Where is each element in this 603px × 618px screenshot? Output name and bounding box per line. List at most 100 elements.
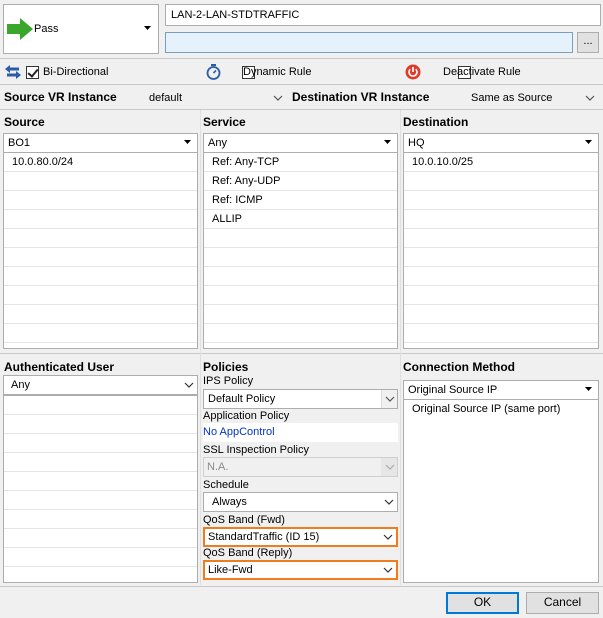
source-select[interactable]: BO1: [3, 133, 198, 153]
list-item-empty: [4, 453, 197, 472]
list-item-empty: [4, 548, 197, 567]
destination-vr-label: Destination VR Instance: [292, 90, 430, 104]
list-item-empty: [4, 191, 197, 210]
chevron-down-icon: [585, 140, 594, 146]
dropdown-button[interactable]: [381, 390, 397, 408]
chevron-down-icon: [184, 382, 194, 388]
list-item-empty: [4, 396, 197, 415]
list-item-empty: [404, 286, 598, 305]
source-header: Source: [4, 115, 45, 129]
connection-method-select[interactable]: Original Source IP: [403, 380, 599, 400]
list-item[interactable]: 10.0.80.0/24: [4, 153, 197, 172]
list-item-empty: [4, 415, 197, 434]
application-policy-field[interactable]: No AppControl: [203, 423, 398, 442]
list-item-empty: [404, 210, 598, 229]
chevron-down-icon: [383, 567, 393, 573]
destination-vr-select[interactable]: Same as Source: [468, 89, 598, 107]
auth-user-select[interactable]: Any: [3, 375, 198, 395]
cancel-button[interactable]: Cancel: [526, 592, 599, 614]
auth-user-list[interactable]: [3, 395, 198, 583]
list-item-empty: [404, 267, 598, 286]
list-item-empty: [4, 434, 197, 453]
list-item-empty: [404, 248, 598, 267]
application-policy-value[interactable]: No AppControl: [203, 426, 275, 438]
ssl-inspection-label: SSL Inspection Policy: [203, 444, 309, 456]
list-item-empty: [204, 286, 397, 305]
chevron-down-icon: [385, 396, 395, 402]
chevron-down-icon: [384, 499, 394, 505]
connection-method-list[interactable]: Original Source IP (same port): [403, 399, 599, 583]
ips-policy-select[interactable]: Default Policy: [203, 389, 398, 409]
action-label: Pass: [34, 23, 59, 35]
service-select[interactable]: Any: [203, 133, 398, 153]
service-list[interactable]: Ref: Any-TCP Ref: Any-UDP Ref: ICMP ALLI…: [203, 152, 398, 349]
bidirectional-checkbox[interactable]: [26, 66, 39, 79]
list-item[interactable]: Original Source IP (same port): [404, 400, 598, 419]
chevron-down-icon: [585, 95, 595, 101]
list-item-empty: [404, 191, 598, 210]
qos-reply-select[interactable]: Like-Fwd: [203, 560, 398, 580]
list-item-empty: [404, 229, 598, 248]
source-vr-select[interactable]: default: [146, 89, 286, 107]
chevron-down-icon: [273, 95, 283, 101]
list-item-empty: [4, 324, 197, 343]
qos-reply-label: QoS Band (Reply): [203, 547, 293, 559]
connection-method-header: Connection Method: [403, 360, 515, 374]
action-selector[interactable]: Pass: [3, 4, 159, 54]
dropdown-button: [381, 458, 397, 476]
source-list[interactable]: 10.0.80.0/24: [3, 152, 198, 349]
schedule-select[interactable]: Always: [203, 492, 398, 512]
list-item-empty: [4, 229, 197, 248]
list-item-empty: [4, 472, 197, 491]
list-item-empty: [4, 172, 197, 191]
list-item-empty: [4, 491, 197, 510]
list-item-empty: [204, 248, 397, 267]
ips-policy-label: IPS Policy: [203, 375, 254, 387]
auth-user-header: Authenticated User: [4, 360, 115, 374]
bidirectional-label: Bi-Directional: [43, 66, 109, 78]
list-item[interactable]: Ref: Any-UDP: [204, 172, 397, 191]
comment-edit-button[interactable]: ...: [577, 32, 599, 53]
chevron-down-icon: [383, 534, 393, 540]
list-item[interactable]: Ref: ICMP: [204, 191, 397, 210]
power-icon: [405, 64, 421, 83]
deactivate-rule-label: Deactivate Rule: [443, 66, 521, 78]
policies-header: Policies: [203, 360, 249, 374]
ok-button[interactable]: OK: [446, 592, 519, 614]
list-item-empty: [4, 248, 197, 267]
list-item-empty: [404, 305, 598, 324]
timer-icon: [206, 64, 221, 83]
destination-list[interactable]: 10.0.10.0/25: [403, 152, 599, 349]
list-item-empty: [204, 267, 397, 286]
chevron-down-icon: [144, 26, 153, 32]
list-item-empty: [4, 305, 197, 324]
source-vr-label: Source VR Instance: [4, 90, 117, 104]
list-item-empty: [204, 324, 397, 343]
list-item[interactable]: ALLIP: [204, 210, 397, 229]
ssl-inspection-select: N.A.: [203, 457, 398, 477]
pass-arrow-icon: [7, 18, 33, 43]
list-item-empty: [4, 210, 197, 229]
rule-comment-field[interactable]: [165, 32, 573, 53]
list-item-empty: [204, 229, 397, 248]
chevron-down-icon: [384, 140, 393, 146]
qos-fwd-label: QoS Band (Fwd): [203, 514, 285, 526]
chevron-down-icon: [184, 140, 193, 146]
list-item-empty: [4, 267, 197, 286]
qos-fwd-select[interactable]: StandardTraffic (ID 15): [203, 527, 398, 547]
list-item[interactable]: 10.0.10.0/25: [404, 153, 598, 172]
list-item-empty: [4, 286, 197, 305]
list-item[interactable]: Ref: Any-TCP: [204, 153, 397, 172]
swap-arrows-icon: [5, 65, 21, 82]
list-item-empty: [4, 510, 197, 529]
chevron-down-icon: [585, 387, 594, 393]
schedule-label: Schedule: [203, 479, 249, 491]
service-header: Service: [203, 115, 246, 129]
list-item-empty: [204, 305, 397, 324]
destination-select[interactable]: HQ: [403, 133, 599, 153]
dynamic-rule-label: Dynamic Rule: [243, 66, 312, 78]
list-item-empty: [4, 529, 197, 548]
rule-name-field[interactable]: LAN-2-LAN-STDTRAFFIC: [165, 4, 601, 26]
list-item-empty: [404, 172, 598, 191]
rule-name-value: LAN-2-LAN-STDTRAFFIC: [171, 9, 300, 21]
